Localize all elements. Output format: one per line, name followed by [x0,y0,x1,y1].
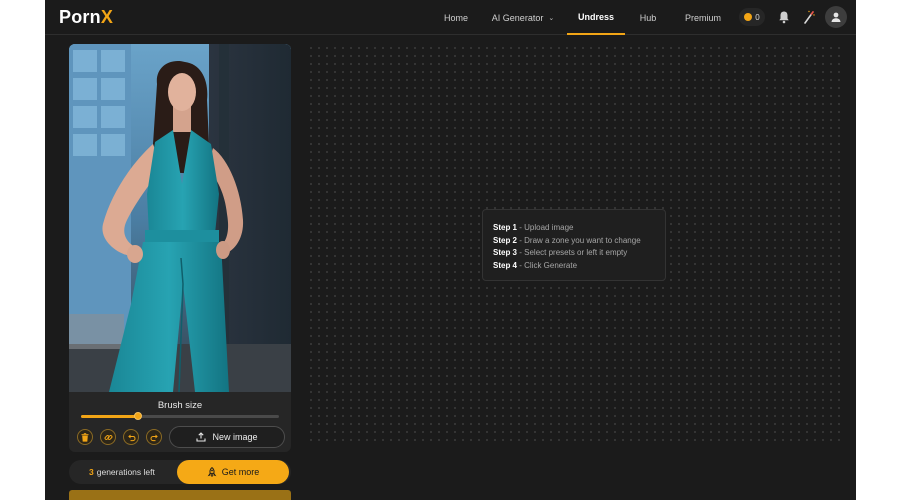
step-2-label: Step 2 [493,235,518,245]
nav-premium-label: Premium [684,12,721,23]
nav-ai-generator-label: AI Generator [491,12,544,23]
undo-icon [127,434,136,441]
brush-size-fill [81,415,139,418]
step-4-text: - Click Generate [517,260,578,270]
user-avatar[interactable] [825,6,847,28]
user-icon [831,12,841,22]
magic-wand-icon[interactable] [803,10,815,24]
step-3-label: Step 3 [493,248,518,258]
step-3-text: - Select presets or left it empty [517,248,628,258]
get-more-label: Get more [221,467,260,477]
nav-undress-label: Undress [577,11,614,22]
nav-hub[interactable]: Hub [635,0,661,35]
brand-accent: X [100,7,114,27]
step-1-text: - Upload image [517,223,574,232]
editor-panel: Brush size New image 3 generations left … [69,44,291,500]
undo-button[interactable] [123,429,139,445]
generations-bar: 3 generations left Get more [69,460,291,484]
step-2-text: - Draw a zone you want to change [517,235,641,245]
brush-size-label: Brush size [157,400,203,411]
top-header: PornX Home AI Generator ⌄ Undress Hub Pre… [45,0,856,35]
instructions-card: Step 1 - Upload image Step 2 - Draw a zo… [482,209,666,281]
uploaded-photo[interactable] [69,44,291,392]
step-1: Step 1 - Upload image [493,222,665,235]
generations-count: 3 [89,467,94,477]
coin-count: 0 [755,12,760,22]
link-button[interactable] [100,429,116,445]
nav-home-label: Home [443,12,468,23]
brand-logo[interactable]: PornX [59,7,113,28]
rocket-icon [207,467,217,477]
photo-illustration [69,44,291,392]
step-3: Step 3 - Select presets or left it empty [493,247,665,260]
generations-label: generations left [96,467,155,477]
upload-icon [196,432,207,442]
delete-button[interactable] [77,429,93,445]
step-2: Step 2 - Draw a zone you want to change [493,235,665,248]
chevron-down-icon: ⌄ [548,14,555,22]
trash-icon [81,432,89,442]
brand-name: Porn [59,7,101,27]
step-4: Step 4 - Click Generate [493,260,665,273]
get-more-button[interactable]: Get more [177,460,289,484]
brush-size-slider[interactable] [81,412,279,420]
new-image-button[interactable]: New image [169,426,285,448]
nav-undress[interactable]: Undress [567,0,625,35]
step-4-label: Step 4 [493,260,518,270]
redo-button[interactable] [146,429,162,445]
bell-icon[interactable] [778,10,790,24]
generations-left: 3 generations left [89,467,155,477]
nav-hub-label: Hub [639,12,657,23]
nav-premium[interactable]: Premium [681,0,725,35]
brush-controls: Brush size New image [69,392,291,452]
nav-home[interactable]: Home [437,0,475,35]
redo-icon [149,434,158,441]
step-1-label: Step 1 [493,223,518,232]
nav-ai-generator[interactable]: AI Generator ⌄ [488,0,558,35]
coin-icon [744,13,753,21]
app-window: PornX Home AI Generator ⌄ Undress Hub Pre… [45,0,856,500]
new-image-label: New image [212,432,258,442]
coin-balance[interactable]: 0 [739,8,765,26]
link-icon [104,434,112,440]
brush-size-handle[interactable] [134,412,143,420]
next-panel-edge [69,490,291,500]
